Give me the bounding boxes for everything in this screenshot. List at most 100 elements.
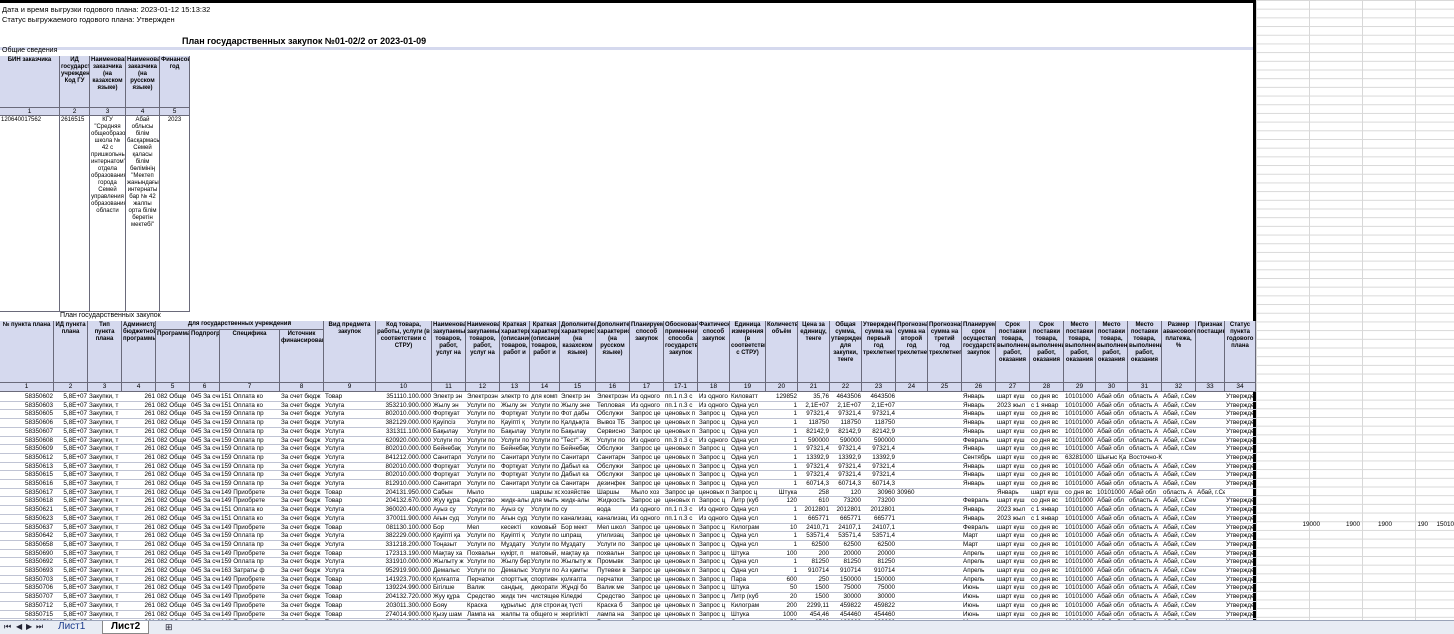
- table-cell[interactable]: Январь: [963, 393, 996, 402]
- table-cell[interactable]: Абай, г.Семей Просп: [1163, 593, 1196, 602]
- table-cell[interactable]: 5,8E+07: [55, 524, 88, 533]
- table-cell[interactable]: область А: [1129, 515, 1162, 524]
- table-cell[interactable]: [1197, 471, 1225, 480]
- table-cell[interactable]: Закупки, т: [89, 506, 122, 515]
- table-cell[interactable]: со дня вс: [1031, 419, 1064, 428]
- table-cell[interactable]: 5,8E+07: [55, 567, 88, 576]
- insert-sheet-icon[interactable]: ⊞: [165, 622, 173, 633]
- table-cell[interactable]: 5,8E+07: [55, 437, 88, 446]
- table-cell[interactable]: жидк-алы: [561, 497, 596, 506]
- table-cell[interactable]: [1197, 524, 1225, 533]
- table-cell[interactable]: область А: [1129, 541, 1162, 550]
- table-cell[interactable]: 58350602: [1, 393, 54, 402]
- table-cell[interactable]: 261: [123, 489, 156, 498]
- table-cell[interactable]: 58350658: [1, 541, 54, 550]
- table-cell[interactable]: 1: [767, 463, 798, 472]
- table-cell[interactable]: хозяйстве: [561, 489, 596, 498]
- table-cell[interactable]: 261: [123, 567, 156, 576]
- table-cell[interactable]: [929, 584, 962, 593]
- table-cell[interactable]: сандық,: [501, 584, 530, 593]
- table-cell[interactable]: Январь: [963, 402, 996, 411]
- table-cell[interactable]: Қолғапта: [433, 576, 466, 585]
- table-cell[interactable]: Бейнебақ: [561, 445, 596, 454]
- table-cell[interactable]: 149 Приобрете: [221, 593, 280, 602]
- table-cell[interactable]: Бақылау: [501, 428, 530, 437]
- table-cell[interactable]: со дня вс: [1031, 558, 1064, 567]
- table-cell[interactable]: Из одного: [699, 515, 730, 524]
- table-cell[interactable]: Абай обл: [1097, 584, 1128, 593]
- table-cell[interactable]: 58350693: [1, 567, 54, 576]
- table-cell[interactable]: 045 За сче: [191, 532, 220, 541]
- table-cell[interactable]: 5,8E+07: [55, 480, 88, 489]
- table-cell[interactable]: Электр эн: [561, 393, 596, 402]
- table-cell[interactable]: Запрос це: [631, 593, 664, 602]
- table-cell[interactable]: 82142,9: [799, 428, 830, 437]
- table-cell[interactable]: шпращ: [561, 532, 596, 541]
- table-cell[interactable]: 045 За сче: [191, 550, 220, 559]
- table-cell[interactable]: Услуги по: [531, 437, 560, 446]
- table-cell[interactable]: 045 За сче: [191, 506, 220, 515]
- table-cell[interactable]: 045 За сче: [191, 611, 220, 620]
- table-cell[interactable]: шарт күш: [997, 611, 1030, 620]
- table-cell[interactable]: Жылу эн: [433, 402, 466, 411]
- table-cell[interactable]: 151 Оплата ко: [221, 515, 280, 524]
- table-cell[interactable]: шарт күш: [997, 532, 1030, 541]
- table-cell[interactable]: [1197, 567, 1225, 576]
- table-cell[interactable]: шарт күш: [997, 471, 1030, 480]
- table-cell[interactable]: Запрос ц: [699, 463, 730, 472]
- table-cell[interactable]: со дня вс: [1031, 567, 1064, 576]
- table-cell[interactable]: [929, 497, 962, 506]
- table-cell[interactable]: Одна усл: [731, 402, 766, 411]
- table-cell[interactable]: 10101000: [1065, 437, 1096, 446]
- table-cell[interactable]: Жидкость: [597, 497, 630, 506]
- table-cell[interactable]: шарт күш: [997, 454, 1030, 463]
- table-cell[interactable]: За счет бюдж: [281, 410, 324, 419]
- table-cell[interactable]: 159 Оплата пр: [221, 437, 280, 446]
- table-cell[interactable]: [1226, 489, 1256, 498]
- table-cell[interactable]: [1163, 454, 1196, 463]
- table-cell[interactable]: [1197, 611, 1225, 620]
- table-cell[interactable]: [1197, 402, 1225, 411]
- table-cell[interactable]: Абай обл: [1097, 558, 1128, 567]
- table-cell[interactable]: область А: [1129, 419, 1162, 428]
- table-cell[interactable]: для строи: [531, 602, 560, 611]
- table-cell[interactable]: 58350618: [1, 497, 54, 506]
- table-cell[interactable]: Обслужи: [597, 410, 630, 419]
- table-cell[interactable]: Услуги по: [467, 463, 500, 472]
- table-cell[interactable]: 149 Приобрете: [221, 489, 280, 498]
- table-cell[interactable]: Услуги по: [467, 428, 500, 437]
- table-cell[interactable]: со дня вс: [1031, 480, 1064, 489]
- table-cell[interactable]: 610: [799, 497, 830, 506]
- table-cell[interactable]: 045 За сче: [191, 497, 220, 506]
- table-cell[interactable]: Абай, г.Семей Просп: [1163, 567, 1196, 576]
- table-cell[interactable]: ценовых п: [665, 550, 698, 559]
- table-cell[interactable]: 261: [123, 437, 156, 446]
- table-cell[interactable]: 5,8E+07: [55, 611, 88, 620]
- table-cell[interactable]: комовый: [531, 524, 560, 533]
- table-cell[interactable]: 082 Обще: [157, 497, 190, 506]
- table-cell[interactable]: [929, 567, 962, 576]
- table-cell[interactable]: 5,8E+07: [55, 541, 88, 550]
- table-cell[interactable]: 53571,4: [831, 532, 862, 541]
- table-cell[interactable]: 204132.720.000: [377, 593, 432, 602]
- table-cell[interactable]: 58350612: [1, 454, 54, 463]
- table-cell[interactable]: 045 За сче: [191, 567, 220, 576]
- table-cell[interactable]: 370011.900.000: [377, 515, 432, 524]
- table-cell[interactable]: 150000: [863, 576, 896, 585]
- table-cell[interactable]: мақтау қа: [561, 550, 596, 559]
- table-cell[interactable]: Сабын: [433, 489, 466, 498]
- table-cell[interactable]: 082 Обще: [157, 454, 190, 463]
- table-cell[interactable]: Дабыл ка: [561, 471, 596, 480]
- table-cell[interactable]: 81250: [831, 558, 862, 567]
- table-cell[interactable]: За счет бюдж: [281, 567, 324, 576]
- table-cell[interactable]: [1197, 437, 1225, 446]
- table-cell[interactable]: Абай обл: [1097, 402, 1128, 411]
- table-cell[interactable]: Из одного: [699, 402, 730, 411]
- table-cell[interactable]: Закупки, т: [89, 541, 122, 550]
- table-cell[interactable]: Краска: [467, 602, 500, 611]
- table-cell[interactable]: 75000: [831, 584, 862, 593]
- table-cell[interactable]: 2,1E+07: [799, 402, 830, 411]
- table-cell[interactable]: Услуги по: [597, 437, 630, 446]
- table-cell[interactable]: Обслужи: [597, 471, 630, 480]
- table-cell[interactable]: Февраль: [963, 437, 996, 446]
